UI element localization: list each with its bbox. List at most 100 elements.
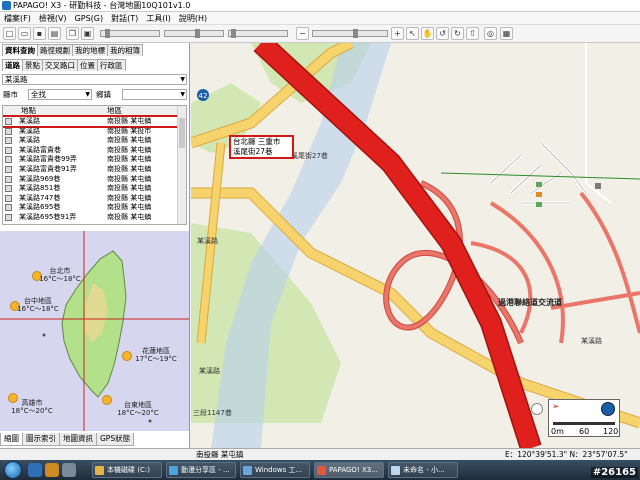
zoom-slider[interactable] xyxy=(312,29,388,38)
rotate-right-icon[interactable]: ↻ xyxy=(451,27,464,40)
notepad-icon xyxy=(391,466,400,475)
results-scrollbar[interactable] xyxy=(177,106,186,224)
track-slider[interactable] xyxy=(100,29,160,38)
scale-tick-120: 120 xyxy=(603,427,619,436)
list-item[interactable]: 某溪路 南投縣 某投市 xyxy=(3,127,177,136)
quicklaunch-media-icon[interactable] xyxy=(45,463,59,477)
list-item-area: 南投縣 某屯鎮 xyxy=(107,165,152,173)
road-icon xyxy=(5,146,12,154)
quicklaunch-folder-icon[interactable] xyxy=(62,463,76,477)
tab-road[interactable]: 道路 xyxy=(2,59,23,71)
tab-legend[interactable]: 圖示索引 xyxy=(22,433,60,446)
zoom-out-icon[interactable]: − xyxy=(296,27,309,40)
menu-gps[interactable]: GPS(G) xyxy=(71,12,108,25)
speed-slider[interactable] xyxy=(164,29,224,38)
weather-hualien: 花蓮地區 17°C～19°C xyxy=(135,347,177,363)
status-district: 南投縣 某屯鎮 xyxy=(196,450,244,459)
list-item[interactable]: 某溪路富貴巷 南投縣 某屯鎮 xyxy=(3,146,177,155)
tab-thumbnail[interactable]: 縮圖 xyxy=(0,433,23,446)
map-canvas: 42 溪尾街27巷 某溪路 某溪路 三段1147巷 某溪路 過港聯絡道交流道 xyxy=(191,43,640,448)
list-item-area: 南投縣 某屯鎮 xyxy=(107,155,152,164)
task-disk-c[interactable]: 本機磁碟 (C:) xyxy=(92,462,162,478)
callout-line-2: 溪尾街27巷 xyxy=(233,147,273,156)
task-share-forum[interactable]: 動漫分享區 - ... xyxy=(166,462,236,478)
list-item[interactable]: 某溪路695巷91弄 南投縣 某屯鎮 xyxy=(3,213,177,222)
list-item-name: 某溪路 xyxy=(19,136,40,145)
road-icon xyxy=(5,204,12,212)
list-item-area: 南投縣 某屯鎮 xyxy=(107,203,152,212)
north-up-icon[interactable]: ⇧ xyxy=(466,27,479,40)
road-label-lane: 三段1147巷 xyxy=(193,408,232,417)
street-label-1: 溪尾街27巷 xyxy=(291,151,328,160)
time-slider[interactable] xyxy=(228,29,288,38)
status-bar: 南投縣 某屯鎮 E：120°39'51.3" N：23°57'07.5" xyxy=(0,448,640,460)
town-label: 鄉鎮 xyxy=(96,90,111,99)
tab-my-album[interactable]: 我的相簿 xyxy=(107,44,143,56)
scale-tick-60: 60 xyxy=(579,427,590,436)
new-icon[interactable]: □ xyxy=(3,27,16,40)
menu-file[interactable]: 檔案(F) xyxy=(0,12,35,25)
quicklaunch-browser-icon[interactable] xyxy=(28,463,42,477)
task-windows-tool[interactable]: Windows 工... xyxy=(240,462,310,478)
tab-intersection[interactable]: 交叉路口 xyxy=(42,59,78,71)
menu-view[interactable]: 檢視(V) xyxy=(35,12,71,25)
start-button[interactable] xyxy=(4,461,22,479)
route-shield-number: 42 xyxy=(199,92,208,100)
tab-poi[interactable]: 景點 xyxy=(22,59,43,71)
compass-icon[interactable] xyxy=(601,402,615,416)
road-icon xyxy=(5,185,12,193)
copy-icon[interactable]: ❐ xyxy=(66,27,79,40)
list-item[interactable]: 某溪路富貴巷99弄 南投縣 某屯鎮 xyxy=(3,155,177,164)
list-item[interactable]: 某溪路 南投縣 某屯鎮 xyxy=(3,115,179,128)
main-map[interactable]: 42 溪尾街27巷 某溪路 某溪路 三段1147巷 某溪路 過港聯絡道交流道 台… xyxy=(191,43,640,448)
tab-map-info[interactable]: 地圖資訊 xyxy=(59,433,97,446)
app-icon xyxy=(2,1,11,10)
menu-tools[interactable]: 工具(I) xyxy=(142,12,175,25)
rotate-left-icon[interactable]: ↺ xyxy=(436,27,449,40)
tab-gps-status[interactable]: GPS狀態 xyxy=(96,433,135,446)
scale-bar-panel: ➢ 0m 60 120 xyxy=(548,399,620,437)
list-item[interactable]: 某溪路 南投縣 某屯鎮 xyxy=(3,136,177,145)
pointer-icon[interactable]: ↖ xyxy=(406,27,419,40)
menu-help[interactable]: 說明(H) xyxy=(175,12,211,25)
list-item[interactable]: 某溪路富貴巷91弄 南投縣 某屯鎮 xyxy=(3,165,177,174)
tab-route-plan[interactable]: 路徑規劃 xyxy=(37,44,73,56)
list-item[interactable]: 某溪路695巷 南投縣 某屯鎮 xyxy=(3,203,177,212)
save-icon[interactable]: ▪ xyxy=(33,27,46,40)
county-label: 縣市 xyxy=(3,90,18,99)
title-bar: PAPAGO! X3 - 研勤科技 - 台灣地圖10Q101v1.0 xyxy=(0,0,640,12)
list-item-name: 某溪路695巷91弄 xyxy=(19,213,77,221)
poi-flower-icon xyxy=(531,403,543,415)
menu-dialog[interactable]: 對話(T) xyxy=(107,12,142,25)
list-item[interactable]: 某溪路851巷 南投縣 某屯鎮 xyxy=(3,184,177,193)
task-papago[interactable]: PAPAGO! X3... xyxy=(314,462,384,478)
overview-map[interactable]: 台北市 16°C～18°C 台中地區 16°C～18°C 花蓮地區 17°C～19°C… xyxy=(0,231,189,431)
open-icon[interactable]: ▭ xyxy=(18,27,31,40)
chevron-down-icon: ▼ xyxy=(85,91,90,98)
status-coords: E：120°39'51.3" N：23°57'07.5" xyxy=(505,450,628,459)
window-icon xyxy=(243,466,252,475)
layer-icon[interactable]: ▦ xyxy=(500,27,513,40)
list-item-name: 某溪路969巷 xyxy=(19,174,61,183)
print-icon[interactable]: ▤ xyxy=(48,27,61,40)
tab-location[interactable]: 位置 xyxy=(77,59,98,71)
islet xyxy=(148,419,152,423)
road-search-input[interactable]: 某溪路 ▼ xyxy=(2,74,187,85)
town-select[interactable]: ▼ xyxy=(122,89,187,100)
list-item[interactable]: 某溪路969巷 南投縣 某屯鎮 xyxy=(3,175,177,184)
county-select[interactable]: 全找 ▼ xyxy=(28,89,92,100)
task-notepad[interactable]: 未命名 - 小... xyxy=(388,462,458,478)
road-icon xyxy=(5,194,12,202)
tab-my-landmarks[interactable]: 我的地標 xyxy=(72,44,108,56)
zoom-in-icon[interactable]: + xyxy=(391,27,404,40)
county-value: 全找 xyxy=(31,90,46,99)
road-label-left: 某溪路 xyxy=(197,236,218,245)
tab-data-query[interactable]: 資料查詢 xyxy=(2,44,38,56)
weather-taichung: 台中地區 16°C～18°C xyxy=(17,297,59,313)
gps-icon[interactable]: ◎ xyxy=(484,27,497,40)
list-item-area: 南投縣 某投市 xyxy=(107,126,152,135)
tab-district[interactable]: 行政區 xyxy=(97,59,126,71)
list-item[interactable]: 某溪路747巷 南投縣 某屯鎮 xyxy=(3,194,177,203)
paste-icon[interactable]: ▣ xyxy=(81,27,94,40)
hand-icon[interactable]: ✋ xyxy=(421,27,434,40)
